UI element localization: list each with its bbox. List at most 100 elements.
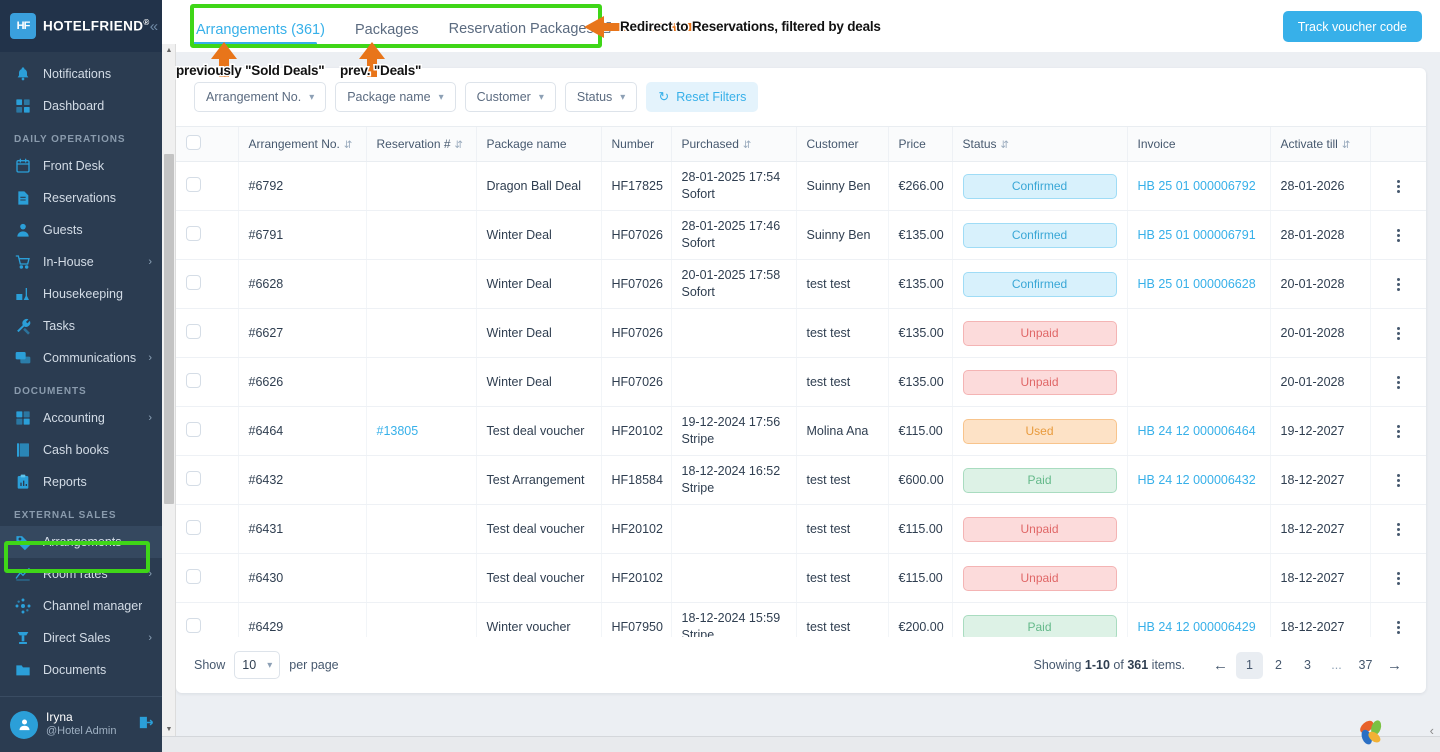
- row-checkbox[interactable]: [186, 569, 201, 585]
- sidebar-item-communications[interactable]: Communications ›: [0, 342, 162, 374]
- filter-package-name[interactable]: Package name ▾: [335, 82, 456, 113]
- pagination-page-1[interactable]: 1: [1236, 651, 1263, 679]
- row-actions-menu-icon[interactable]: [1381, 326, 1417, 340]
- invoice-link[interactable]: HB 24 12 000006464: [1138, 424, 1256, 438]
- invoice-link[interactable]: HB 24 12 000006432: [1138, 473, 1256, 487]
- per-page-select[interactable]: 10 ▾: [234, 651, 281, 679]
- row-actions-menu-icon[interactable]: [1381, 277, 1417, 291]
- invoice-link[interactable]: HB 25 01 000006792: [1138, 179, 1256, 193]
- scrollbar-thumb[interactable]: [164, 154, 174, 504]
- row-checkbox[interactable]: [186, 471, 201, 487]
- row-actions-menu-icon[interactable]: [1381, 620, 1417, 634]
- table-row[interactable]: #6432 Test Arrangement HF18584 18-12-2024 1…: [176, 455, 1426, 506]
- table-row[interactable]: #6430 Test deal voucher HF20102 test test €1…: [176, 553, 1426, 604]
- user-profile[interactable]: Iryna @Hotel Admin: [0, 696, 162, 752]
- brand-name: HOTELFRIEND®: [43, 18, 150, 34]
- row-checkbox[interactable]: [186, 324, 201, 340]
- column-header-reservation-[interactable]: Reservation # ⇵: [365, 126, 476, 163]
- row-actions-menu-icon[interactable]: [1381, 179, 1417, 193]
- pagination-page-2[interactable]: 2: [1265, 652, 1292, 679]
- scroll-down-icon[interactable]: ▼: [162, 723, 176, 736]
- row-checkbox[interactable]: [186, 275, 201, 291]
- track-voucher-code-button[interactable]: Track voucher code: [1282, 11, 1422, 42]
- table-row[interactable]: #6791 Winter Deal HF07026 28-01-2025 17:46 S…: [176, 210, 1426, 261]
- status-badge[interactable]: Confirmed: [962, 271, 1117, 297]
- row-actions-menu-icon[interactable]: [1381, 424, 1417, 438]
- status-badge[interactable]: Unpaid: [962, 516, 1117, 542]
- invoice-link[interactable]: HB 25 01 000006791: [1138, 228, 1256, 242]
- row-actions-menu-icon[interactable]: [1381, 571, 1417, 585]
- invoice-link[interactable]: HB 24 12 000006429: [1138, 620, 1256, 634]
- filter-customer[interactable]: Customer ▾: [464, 82, 556, 113]
- sidebar-item-housekeeping[interactable]: Housekeeping: [0, 278, 162, 310]
- table-row[interactable]: #6627 Winter Deal HF07026 test test €135.00 U…: [176, 308, 1426, 359]
- column-header-arrangement-no-[interactable]: Arrangement No. ⇵: [237, 126, 366, 163]
- sort-icon[interactable]: ⇵: [1342, 140, 1350, 151]
- sort-icon[interactable]: ⇵: [455, 140, 463, 151]
- row-actions-menu-icon[interactable]: [1381, 228, 1417, 242]
- sidebar-item-cash-books[interactable]: Cash books: [0, 434, 162, 466]
- table-row[interactable]: #6429 Winter voucher HF07950 18-12-2024 15:…: [176, 602, 1426, 637]
- pagination-page-37[interactable]: 37: [1352, 652, 1379, 679]
- sidebar-item-accounting[interactable]: Accounting ›: [0, 402, 162, 434]
- sidebar-item-arrangements[interactable]: Arrangements: [0, 526, 162, 558]
- sidebar-item-documents[interactable]: Documents: [0, 654, 162, 686]
- table-row[interactable]: #6431 Test deal voucher HF20102 test test €1…: [176, 504, 1426, 555]
- status-badge[interactable]: Unpaid: [962, 369, 1117, 395]
- column-header-activate-till[interactable]: Activate till ⇵: [1269, 126, 1370, 163]
- status-badge[interactable]: Confirmed: [962, 222, 1117, 248]
- status-badge[interactable]: Paid: [962, 467, 1117, 493]
- content-scrollbar[interactable]: ▲ ▼: [162, 44, 176, 736]
- sidebar-item-tasks[interactable]: Tasks: [0, 310, 162, 342]
- row-checkbox[interactable]: [186, 618, 201, 634]
- filter-status[interactable]: Status ▾: [564, 82, 638, 113]
- cell-price: €200.00: [887, 602, 952, 637]
- chevron-double-left-icon[interactable]: «: [150, 18, 160, 35]
- sidebar-item-reservations[interactable]: Reservations: [0, 182, 162, 214]
- sidebar-item-dashboard[interactable]: Dashboard: [0, 90, 162, 122]
- sidebar-item-guests[interactable]: Guests: [0, 214, 162, 246]
- invoice-link[interactable]: HB 25 01 000006628: [1138, 277, 1256, 291]
- logout-icon[interactable]: [137, 714, 154, 736]
- sidebar-item-direct-sales[interactable]: Direct Sales ›: [0, 622, 162, 654]
- row-actions-menu-icon[interactable]: [1381, 522, 1417, 536]
- status-badge[interactable]: Unpaid: [962, 565, 1117, 591]
- row-checkbox[interactable]: [186, 177, 201, 193]
- support-widget-icon[interactable]: [1354, 715, 1388, 749]
- pagination-prev-button[interactable]: ←: [1207, 652, 1234, 679]
- filter-arrangement-no-[interactable]: Arrangement No. ▾: [194, 82, 327, 113]
- table-row[interactable]: #6628 Winter Deal HF07026 20-01-2025 17:58 S…: [176, 259, 1426, 310]
- sidebar-item-notifications[interactable]: Notifications: [0, 58, 162, 90]
- select-all-checkbox[interactable]: [186, 135, 201, 151]
- table-row[interactable]: #6464 #13805 Test deal voucher HF20102 19-12…: [176, 406, 1426, 457]
- cell-price: €135.00: [887, 210, 952, 261]
- sidebar-item-channel-manager[interactable]: Channel manager: [0, 590, 162, 622]
- sidebar-item-front-desk[interactable]: Front Desk: [0, 150, 162, 182]
- sort-icon[interactable]: ⇵: [743, 140, 751, 151]
- row-checkbox[interactable]: [186, 520, 201, 536]
- row-actions-menu-icon[interactable]: [1381, 473, 1417, 487]
- sort-icon[interactable]: ⇵: [1001, 140, 1009, 151]
- table-row[interactable]: #6792 Dragon Ball Deal HF17825 28-01-2025 1…: [176, 161, 1426, 212]
- status-badge[interactable]: Unpaid: [962, 320, 1117, 346]
- status-badge[interactable]: Used: [962, 418, 1117, 444]
- sidebar-item-room-rates[interactable]: Room rates ›: [0, 558, 162, 590]
- column-header-status[interactable]: Status ⇵: [951, 126, 1127, 163]
- row-actions-menu-icon[interactable]: [1381, 375, 1417, 389]
- sort-icon[interactable]: ⇵: [344, 140, 352, 151]
- pagination-next-button[interactable]: →: [1381, 652, 1408, 679]
- sidebar-item-in-house[interactable]: In-House ›: [0, 246, 162, 278]
- row-checkbox[interactable]: [186, 226, 201, 242]
- scroll-up-icon[interactable]: ▲: [162, 44, 176, 57]
- pagination-page-3[interactable]: 3: [1294, 652, 1321, 679]
- sidebar-item-reports[interactable]: Reports: [0, 466, 162, 498]
- collapse-corner-icon[interactable]: ‹: [1430, 723, 1434, 738]
- table-row[interactable]: #6626 Winter Deal HF07026 test test €135.00 U…: [176, 357, 1426, 408]
- reservation-link[interactable]: #13805: [377, 424, 419, 438]
- row-checkbox[interactable]: [186, 422, 201, 438]
- status-badge[interactable]: Confirmed: [962, 173, 1117, 199]
- row-checkbox[interactable]: [186, 373, 201, 389]
- reset-filters-button[interactable]: ↻ Reset Filters: [646, 82, 759, 113]
- status-badge[interactable]: Paid: [962, 614, 1117, 637]
- column-header-purchased[interactable]: Purchased ⇵: [670, 126, 796, 163]
